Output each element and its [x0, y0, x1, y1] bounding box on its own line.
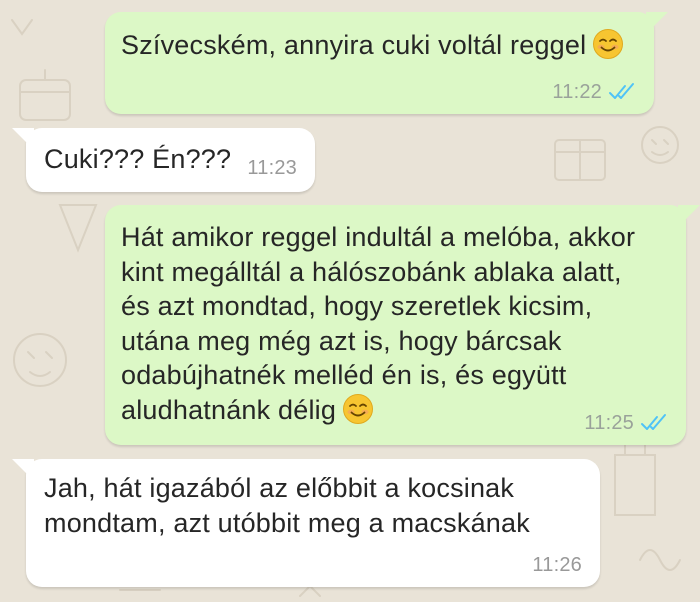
message-text: Hát amikor reggel indultál a melóba, akk…	[121, 222, 636, 425]
outgoing-message-bubble[interactable]: Szívecském, annyira cuki voltál reggel 1…	[105, 12, 668, 114]
incoming-message-bubble[interactable]: Cuki??? Én??? 11:23	[12, 128, 315, 192]
message-meta: 11:25	[584, 412, 668, 434]
message-meta: 11:26	[532, 554, 582, 576]
message-time: 11:22	[552, 81, 602, 103]
bubble-tail	[678, 205, 700, 227]
smiling-face-emoji-icon	[593, 29, 624, 59]
message-time: 11:25	[584, 412, 634, 434]
message-time: 11:23	[247, 157, 297, 179]
bubble-tail	[646, 12, 668, 34]
message-meta: 11:23	[247, 157, 297, 179]
bubble-tail	[12, 459, 34, 481]
double-check-read-icon	[609, 83, 634, 99]
outgoing-message-bubble[interactable]: Hát amikor reggel indultál a melóba, akk…	[105, 205, 700, 445]
smiling-face-emoji-icon	[343, 393, 374, 424]
incoming-message-bubble[interactable]: Jah, hát igazából az előbbit a kocsinak …	[12, 459, 600, 587]
bubble-tail	[12, 128, 34, 150]
message-text: Jah, hát igazából az előbbit a kocsinak …	[44, 473, 530, 538]
double-check-read-icon	[641, 414, 666, 430]
message-text: Szívecském, annyira cuki voltál reggel	[121, 30, 587, 60]
message-time: 11:26	[532, 554, 582, 576]
message-meta: 11:22	[552, 81, 636, 103]
message-text: Cuki??? Én???	[44, 144, 232, 174]
